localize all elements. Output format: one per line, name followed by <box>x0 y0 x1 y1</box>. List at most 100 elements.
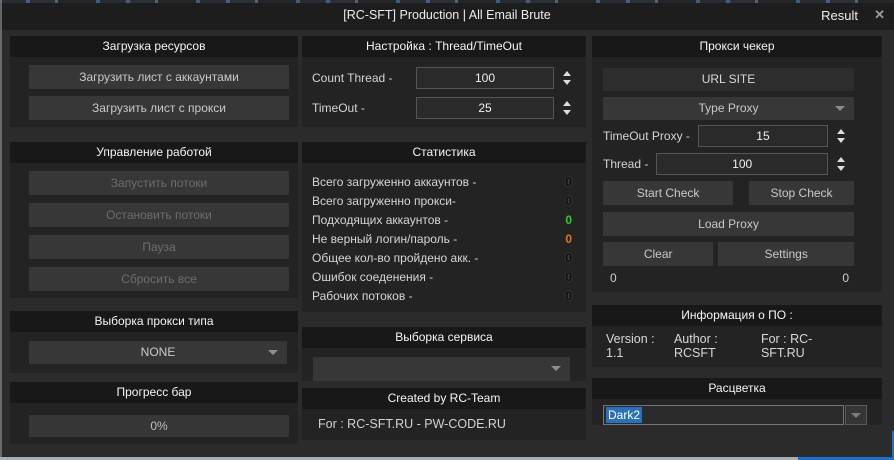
group-service-select: Выборка сервиса <box>302 327 586 381</box>
stat-label: Всего загруженно прокси- <box>312 194 456 208</box>
timeout-proxy-row: TimeOut Proxy - 15 <box>603 125 854 147</box>
version-text: Version : 1.1 <box>606 332 655 360</box>
group-header: Выборка сервиса <box>302 327 586 348</box>
title-bar: [RC-SFT] Production | All Email Brute Re… <box>0 0 894 30</box>
spin-up-icon[interactable] <box>563 71 571 76</box>
spinner-buttons[interactable] <box>554 97 580 119</box>
software-info-row: Version : 1.1 Author : RCSFT For : RC-SF… <box>592 326 882 367</box>
group-progress: Прогресс бар 0% <box>10 382 298 444</box>
load-proxy-list-button[interactable]: Загрузить лист с прокси <box>29 96 289 120</box>
group-theme: Расцветка Dark2 <box>592 378 882 425</box>
checker-counters: 0 0 <box>603 268 854 285</box>
spin-down-icon[interactable] <box>563 110 571 115</box>
right-column: Прокси чекер URL SITE Type Proxy TimeOut… <box>592 36 882 432</box>
chevron-down-icon <box>851 412 861 418</box>
group-work-control: Управление работой Запустить потоки Оста… <box>10 142 298 298</box>
count-thread-value[interactable]: 100 <box>416 67 554 89</box>
stat-row: Рабочих потоков - 0 <box>302 287 586 306</box>
background-window-left-edge <box>0 0 2 460</box>
spin-up-icon[interactable] <box>563 101 571 106</box>
group-header: Статистика <box>302 142 586 163</box>
stat-label: Не верный логин/пароль - <box>312 232 458 246</box>
load-proxy-button[interactable]: Load Proxy <box>603 212 854 236</box>
chevron-down-icon <box>551 366 561 371</box>
thread-spinner[interactable]: 100 <box>656 153 854 175</box>
stat-row: Общее кол-во пройдено акк. - 0 <box>302 249 586 268</box>
timeout-proxy-label: TimeOut Proxy - <box>603 129 690 143</box>
timeout-spinner[interactable]: 25 <box>416 97 580 119</box>
stat-label: Рабочих потоков - <box>312 289 413 303</box>
settings-button[interactable]: Settings <box>718 242 854 266</box>
background-window-top-edge <box>0 0 894 3</box>
spin-up-icon[interactable] <box>837 157 845 162</box>
group-header: Информация о ПО : <box>592 305 882 326</box>
timeout-proxy-spinner[interactable]: 15 <box>697 125 854 147</box>
result-button[interactable]: Result <box>821 8 858 23</box>
spin-up-icon[interactable] <box>837 129 845 134</box>
group-header: Прогресс бар <box>10 382 298 403</box>
stat-value: 0 <box>565 232 572 246</box>
stop-check-button[interactable]: Stop Check <box>749 181 854 205</box>
url-site-button[interactable]: URL SITE <box>603 68 854 91</box>
stat-value: 0 <box>565 175 572 189</box>
stat-value: 0 <box>565 289 572 303</box>
stat-label: Общее кол-во пройдено акк. - <box>312 251 479 265</box>
theme-input[interactable]: Dark2 <box>603 405 844 425</box>
clear-button[interactable]: Clear <box>603 242 714 266</box>
proxy-type-value: NONE <box>140 345 176 359</box>
spinner-buttons[interactable] <box>828 125 854 147</box>
created-for-text: For : RC-SFT.RU - PW-CODE.RU <box>318 417 506 431</box>
timeout-proxy-value[interactable]: 15 <box>697 125 828 147</box>
theme-dropdown-button[interactable] <box>845 405 867 425</box>
timeout-value[interactable]: 25 <box>416 97 554 119</box>
start-check-button[interactable]: Start Check <box>603 181 734 205</box>
stat-row: Подходящих аккаунтов - 0 <box>302 211 586 230</box>
group-proxy-type: Выборка прокси типа NONE <box>10 311 298 373</box>
service-select[interactable] <box>313 357 570 381</box>
group-header: Выборка прокси типа <box>10 311 298 332</box>
group-proxy-checker: Прокси чекер URL SITE Type Proxy TimeOut… <box>592 36 882 292</box>
stat-row: Всего загруженно прокси- 0 <box>302 192 586 211</box>
group-load-resources: Загрузка ресурсов Загрузить лист с аккау… <box>10 36 298 127</box>
spinner-buttons[interactable] <box>828 153 854 175</box>
start-threads-button[interactable]: Запустить потоки <box>29 171 289 195</box>
theme-selected-text: Dark2 <box>606 407 643 423</box>
spinner-buttons[interactable] <box>554 67 580 89</box>
counter-right: 0 <box>842 271 849 285</box>
stop-threads-button[interactable]: Остановить потоки <box>29 203 289 227</box>
spin-down-icon[interactable] <box>563 80 571 85</box>
count-thread-spinner[interactable]: 100 <box>416 67 580 89</box>
left-column: Загрузка ресурсов Загрузить лист с аккау… <box>10 36 298 444</box>
stat-row: Не верный логин/пароль - 0 <box>302 230 586 249</box>
theme-combobox[interactable]: Dark2 <box>603 405 867 425</box>
setting-row: Count Thread - 100 <box>312 67 580 89</box>
stat-label: Всего загруженно аккаунтов - <box>312 175 477 189</box>
type-proxy-value: Type Proxy <box>698 101 759 115</box>
reset-all-button[interactable]: Сбросить все <box>29 267 289 291</box>
spin-down-icon[interactable] <box>837 166 845 171</box>
type-proxy-select[interactable]: Type Proxy <box>603 97 854 120</box>
counter-left: 0 <box>610 271 617 285</box>
spin-down-icon[interactable] <box>837 138 845 143</box>
stat-value: 0 <box>565 251 572 265</box>
group-thread-timeout: Настройка : Thread/TimeOut Count Thread … <box>302 36 586 127</box>
group-header: Загрузка ресурсов <box>10 36 298 57</box>
for-site-text: For : RC-SFT.RU <box>760 332 813 360</box>
group-header: Created by RC-Team <box>302 388 586 409</box>
proxy-type-select[interactable]: NONE <box>29 341 287 364</box>
thread-value[interactable]: 100 <box>656 153 828 175</box>
window-title: [RC-SFT] Production | All Email Brute <box>343 8 551 22</box>
stat-label: Подходящих аккаунтов - <box>312 213 449 227</box>
timeout-label: TimeOut - <box>312 101 365 115</box>
group-header: Настройка : Thread/TimeOut <box>302 36 586 57</box>
close-icon[interactable]: ✕ <box>874 7 885 23</box>
middle-column: Настройка : Thread/TimeOut Count Thread … <box>302 36 586 440</box>
pause-button[interactable]: Пауза <box>29 235 289 259</box>
load-accounts-button[interactable]: Загрузить лист с аккаунтами <box>29 65 289 89</box>
stat-row: Всего загруженно аккаунтов - 0 <box>302 173 586 192</box>
stat-value: 0 <box>565 213 572 227</box>
group-header: Расцветка <box>592 378 882 399</box>
group-software-info: Информация о ПО : Version : 1.1 Author :… <box>592 305 882 367</box>
stat-value: 0 <box>565 270 572 284</box>
group-header: Прокси чекер <box>592 36 882 57</box>
